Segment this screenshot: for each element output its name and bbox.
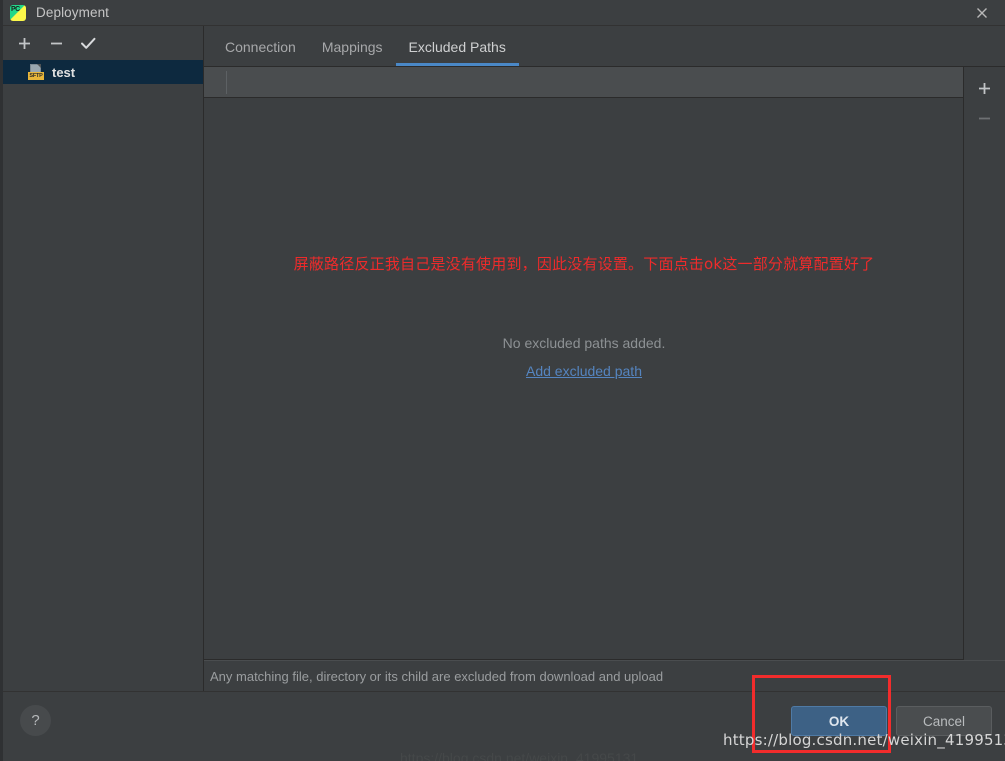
help-button[interactable]: ?: [20, 705, 51, 736]
pycharm-logo-icon: [10, 4, 26, 21]
sidebar-item-label: test: [52, 64, 76, 80]
deployment-dialog: Deployment: [0, 0, 1005, 761]
server-list-toolbar: [0, 26, 203, 60]
hint-text: Any matching file, directory or its chil…: [210, 668, 664, 684]
add-server-button[interactable]: [8, 30, 40, 56]
annotation-text: 屏蔽路径反正我自己是没有使用到，因此没有设置。下面点击ok这一部分就算配置好了: [293, 255, 875, 273]
excluded-paths-hint-bar: Any matching file, directory or its chil…: [204, 660, 1005, 691]
minus-icon: [979, 117, 990, 119]
add-excluded-path-button[interactable]: [970, 73, 1000, 103]
empty-state: No excluded paths added. Add excluded pa…: [204, 335, 964, 381]
set-default-server-button[interactable]: [72, 30, 104, 56]
remove-excluded-path-button[interactable]: [970, 103, 1000, 133]
add-excluded-path-link[interactable]: Add excluded path: [526, 363, 642, 379]
settings-panel: Connection Mappings Excluded Paths 屏蔽路径反…: [204, 26, 1005, 691]
close-icon: [977, 8, 987, 18]
empty-message: No excluded paths added.: [502, 335, 666, 351]
excluded-paths-table-header: [204, 67, 964, 98]
tab-mappings[interactable]: Mappings: [309, 28, 396, 66]
plus-icon: [18, 37, 30, 49]
window-edge-strip: [0, 0, 3, 761]
sidebar-item-test[interactable]: SFTP test: [0, 60, 203, 84]
settings-tabs: Connection Mappings Excluded Paths: [204, 26, 1005, 67]
tab-connection[interactable]: Connection: [212, 28, 309, 66]
server-list: SFTP test: [0, 60, 203, 84]
check-icon: [80, 37, 95, 49]
excluded-paths-side-toolbar: [964, 67, 1005, 660]
server-list-panel: SFTP test: [0, 26, 204, 691]
column-divider[interactable]: [226, 71, 227, 94]
title-bar: Deployment: [0, 0, 1005, 26]
sftp-file-icon: SFTP: [28, 64, 44, 80]
close-button[interactable]: [959, 0, 1005, 26]
excluded-paths-content: 屏蔽路径反正我自己是没有使用到，因此没有设置。下面点击ok这一部分就算配置好了 …: [204, 67, 1005, 691]
plus-icon: [979, 82, 990, 94]
watermark-url: https://blog.csdn.net/weixin_41995131: [723, 731, 1005, 749]
window-title: Deployment: [36, 5, 110, 20]
minus-icon: [50, 42, 62, 44]
remove-server-button[interactable]: [40, 30, 72, 56]
watermark-ghost: https://blog.csdn.net/weixin_41995131: [400, 750, 639, 761]
sftp-badge-label: SFTP: [28, 72, 44, 80]
tab-excluded-paths[interactable]: Excluded Paths: [395, 28, 520, 66]
